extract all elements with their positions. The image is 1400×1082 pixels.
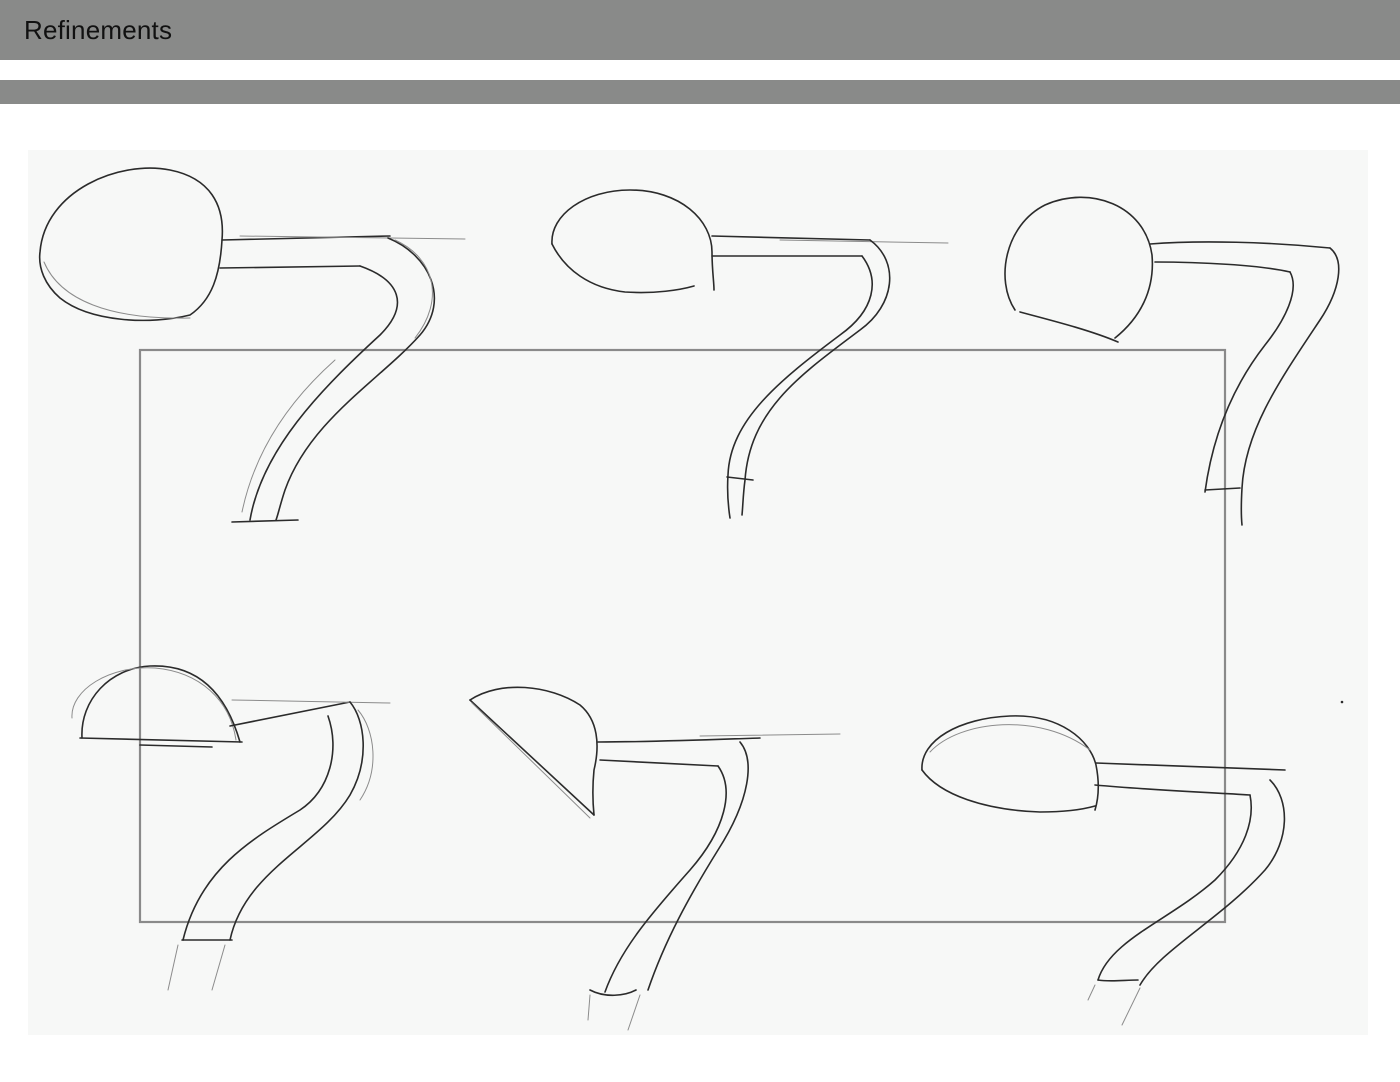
- lamp-sketch-4: [71, 665, 391, 991]
- frame-rectangle: [138, 348, 1227, 924]
- lamp-sketch-1: [38, 167, 466, 523]
- stray-pencil-dot: [1340, 700, 1344, 704]
- lamp-sketch-5: [469, 686, 841, 1031]
- lamp-sketches: [38, 167, 1344, 1031]
- lamp-sketch-2: [551, 189, 949, 519]
- lamp-sketch-6: [921, 715, 1286, 1026]
- lamp-sketch-3: [1004, 196, 1340, 526]
